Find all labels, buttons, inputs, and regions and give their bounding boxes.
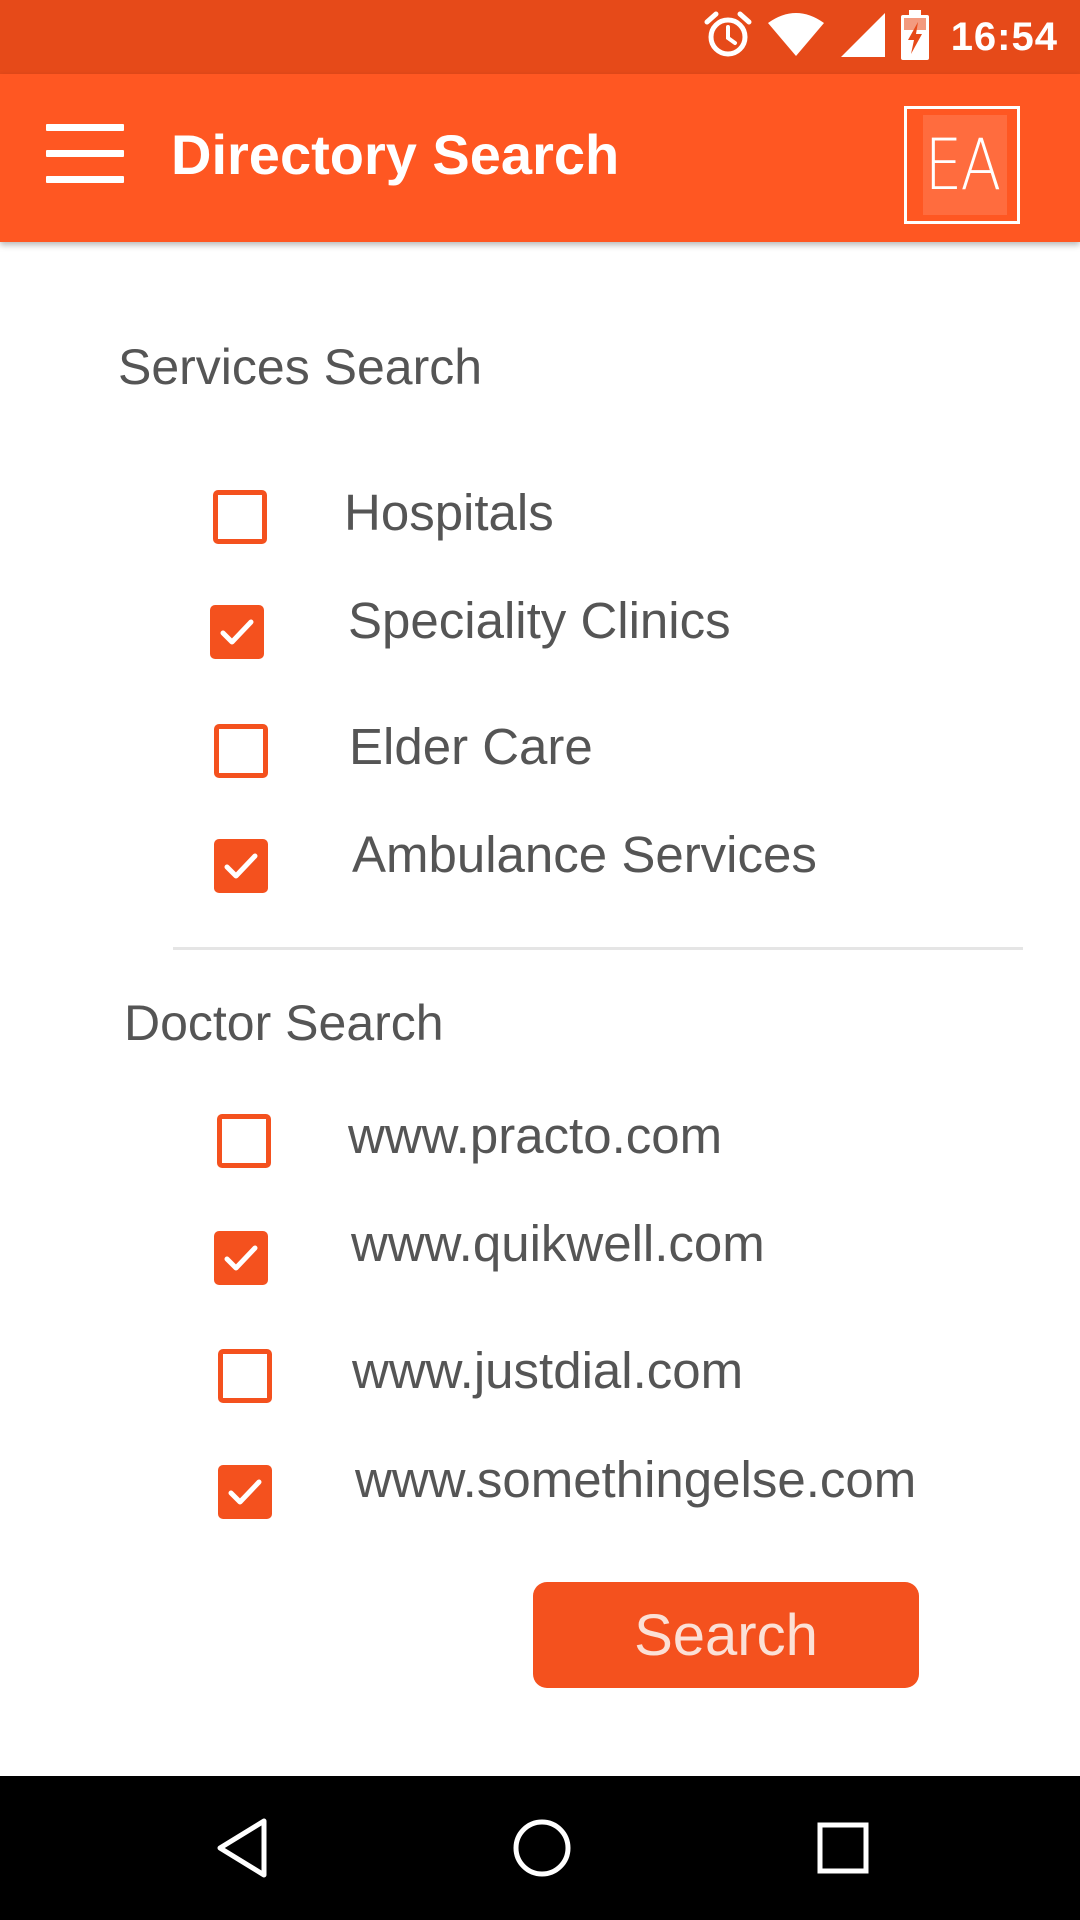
app-logo[interactable]: EA [904,106,1020,224]
navigation-bar [0,1776,1080,1920]
home-icon[interactable] [492,1798,592,1898]
check-icon [224,1245,258,1271]
logo-text: EA [924,124,1002,206]
app-bar: Directory Search EA [0,74,1080,242]
back-icon[interactable] [192,1798,292,1898]
elder-care-label: Elder Care [349,718,593,775]
hospitals-label: Hospitals [344,484,554,541]
section-divider [173,947,1023,950]
search-button[interactable]: Search [533,1582,919,1688]
speciality-clinics-checkbox[interactable] [210,605,264,659]
somethingelse-label: www.somethingelse.com [355,1451,917,1508]
page-title: Directory Search [171,123,620,186]
practo-label: www.practo.com [348,1107,723,1164]
quikwell-label: www.quikwell.com [351,1215,765,1272]
check-icon [228,1479,262,1505]
ambulance-services-label: Ambulance Services [352,826,817,883]
quikwell-checkbox[interactable] [214,1231,268,1285]
check-icon [224,853,258,879]
practo-checkbox[interactable] [217,1114,271,1168]
signal-icon [839,11,887,64]
justdial-checkbox[interactable] [218,1349,272,1403]
somethingelse-checkbox[interactable] [218,1465,272,1519]
justdial-label: www.justdial.com [352,1342,744,1399]
elder-care-checkbox[interactable] [214,724,268,778]
alarm-icon [703,10,753,65]
ambulance-services-checkbox[interactable] [214,839,268,893]
status-icons: 16:54 [703,0,1058,74]
check-icon [220,619,254,645]
doctor-search-heading: Doctor Search [124,995,444,1051]
recents-icon[interactable] [793,1798,893,1898]
hospitals-checkbox[interactable] [213,490,267,544]
battery-charging-icon [900,9,929,65]
speciality-clinics-label: Speciality Clinics [348,592,731,649]
clock-time: 16:54 [950,14,1058,59]
wifi-icon [767,12,825,62]
services-search-heading: Services Search [118,339,483,395]
hamburger-menu-icon[interactable] [46,124,124,190]
status-bar: 16:54 [0,0,1080,74]
